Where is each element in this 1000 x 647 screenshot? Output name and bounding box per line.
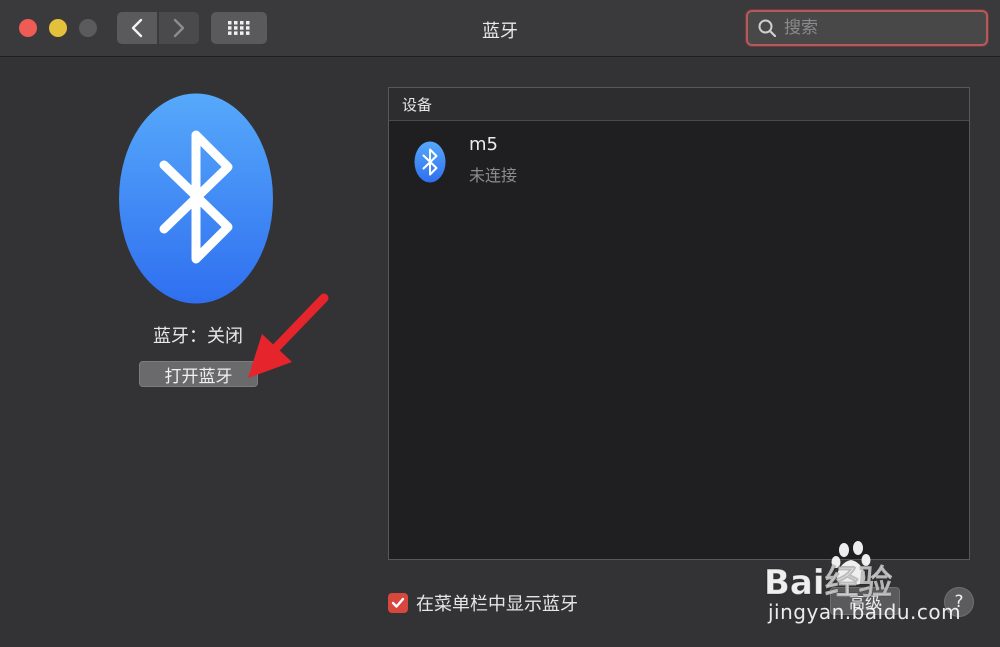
bluetooth-preferences-window: 蓝牙 蓝牙：关闭 打开蓝牙 设备 (0, 0, 1000, 647)
forward-button[interactable] (159, 12, 199, 44)
checkmark-icon (391, 597, 405, 608)
turn-on-bluetooth-button[interactable]: 打开蓝牙 (139, 361, 258, 387)
advanced-button[interactable]: 高级 (830, 587, 900, 615)
device-status: 未连接 (469, 166, 518, 185)
bluetooth-logo-icon (119, 93, 273, 304)
minimize-window-button[interactable] (49, 19, 67, 37)
show-all-button[interactable] (211, 12, 267, 44)
zoom-window-button[interactable] (79, 19, 97, 37)
show-in-menu-bar-label: 在菜单栏中显示蓝牙 (416, 594, 578, 615)
list-item[interactable]: m5 未连接 (389, 121, 969, 201)
bluetooth-icon (414, 141, 446, 183)
title-bar: 蓝牙 (0, 0, 1000, 57)
search-icon (758, 19, 776, 37)
device-name: m5 (469, 134, 498, 155)
show-in-menu-bar-option[interactable]: 在菜单栏中显示蓝牙 (388, 590, 578, 616)
back-button[interactable] (117, 12, 157, 44)
search-field[interactable] (746, 10, 988, 46)
help-button[interactable]: ? (944, 587, 974, 617)
grid-icon (228, 21, 250, 35)
close-window-button[interactable] (19, 19, 37, 37)
search-input[interactable] (782, 17, 976, 39)
devices-list: 设备 m5 未连接 (388, 87, 970, 560)
devices-header: 设备 (389, 88, 969, 121)
bluetooth-status: 蓝牙：关闭 (153, 326, 243, 347)
chevron-right-icon (173, 18, 185, 38)
show-in-menu-bar-checkbox[interactable] (388, 593, 408, 613)
chevron-left-icon (131, 18, 143, 38)
